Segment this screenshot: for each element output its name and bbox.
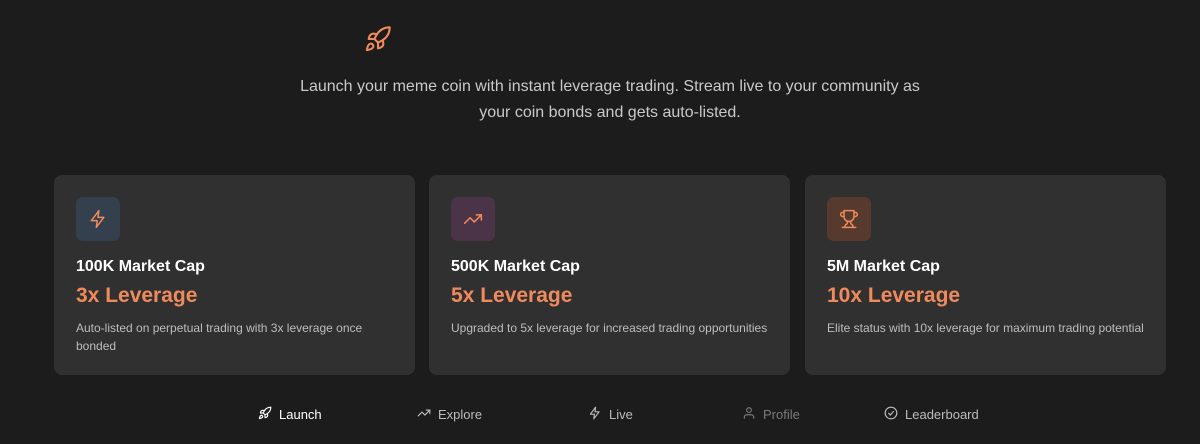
card-leverage: 5x Leverage — [451, 284, 573, 307]
user-icon — [742, 406, 756, 423]
card-leverage: 3x Leverage — [76, 284, 198, 307]
trending-up-icon — [417, 406, 431, 423]
nav-label: Leaderboard — [905, 407, 979, 422]
rocket-icon — [364, 25, 392, 53]
card-title: 5M Market Cap — [827, 258, 940, 275]
trophy-icon — [827, 197, 871, 241]
tier-card-500k: 500K Market Cap 5x Leverage Upgraded to … — [429, 175, 790, 375]
nav-label: Launch — [279, 407, 322, 422]
nav-item-explore[interactable]: Explore — [417, 406, 482, 423]
bottom-nav: Launch Explore Live Profile Leaderboard — [0, 406, 1200, 426]
nav-item-launch[interactable]: Launch — [258, 406, 322, 423]
trending-up-icon — [451, 197, 495, 241]
tier-card-5m: 5M Market Cap 10x Leverage Elite status … — [805, 175, 1166, 375]
card-title: 500K Market Cap — [451, 258, 580, 275]
lightning-icon — [588, 406, 602, 423]
lightning-icon — [76, 197, 120, 241]
check-circle-icon — [884, 406, 898, 423]
nav-item-leaderboard[interactable]: Leaderboard — [884, 406, 979, 423]
card-leverage: 10x Leverage — [827, 284, 961, 307]
nav-label: Live — [609, 407, 633, 422]
nav-label: Explore — [438, 407, 483, 422]
card-description: Elite status with 10x leverage for maxim… — [827, 321, 1144, 335]
card-description: Upgraded to 5x leverage for increased tr… — [451, 321, 768, 335]
card-description: Auto-listed on perpetual trading with 3x… — [76, 321, 363, 353]
nav-item-live[interactable]: Live — [588, 406, 633, 423]
rocket-icon — [258, 406, 272, 423]
card-title: 100K Market Cap — [76, 258, 205, 275]
nav-label: Profile — [763, 407, 800, 422]
hero-tagline: Launch your meme coin with instant lever… — [300, 78, 920, 121]
tier-card-100k: 100K Market Cap 3x Leverage Auto-listed … — [54, 175, 415, 375]
nav-item-profile[interactable]: Profile — [742, 406, 800, 423]
